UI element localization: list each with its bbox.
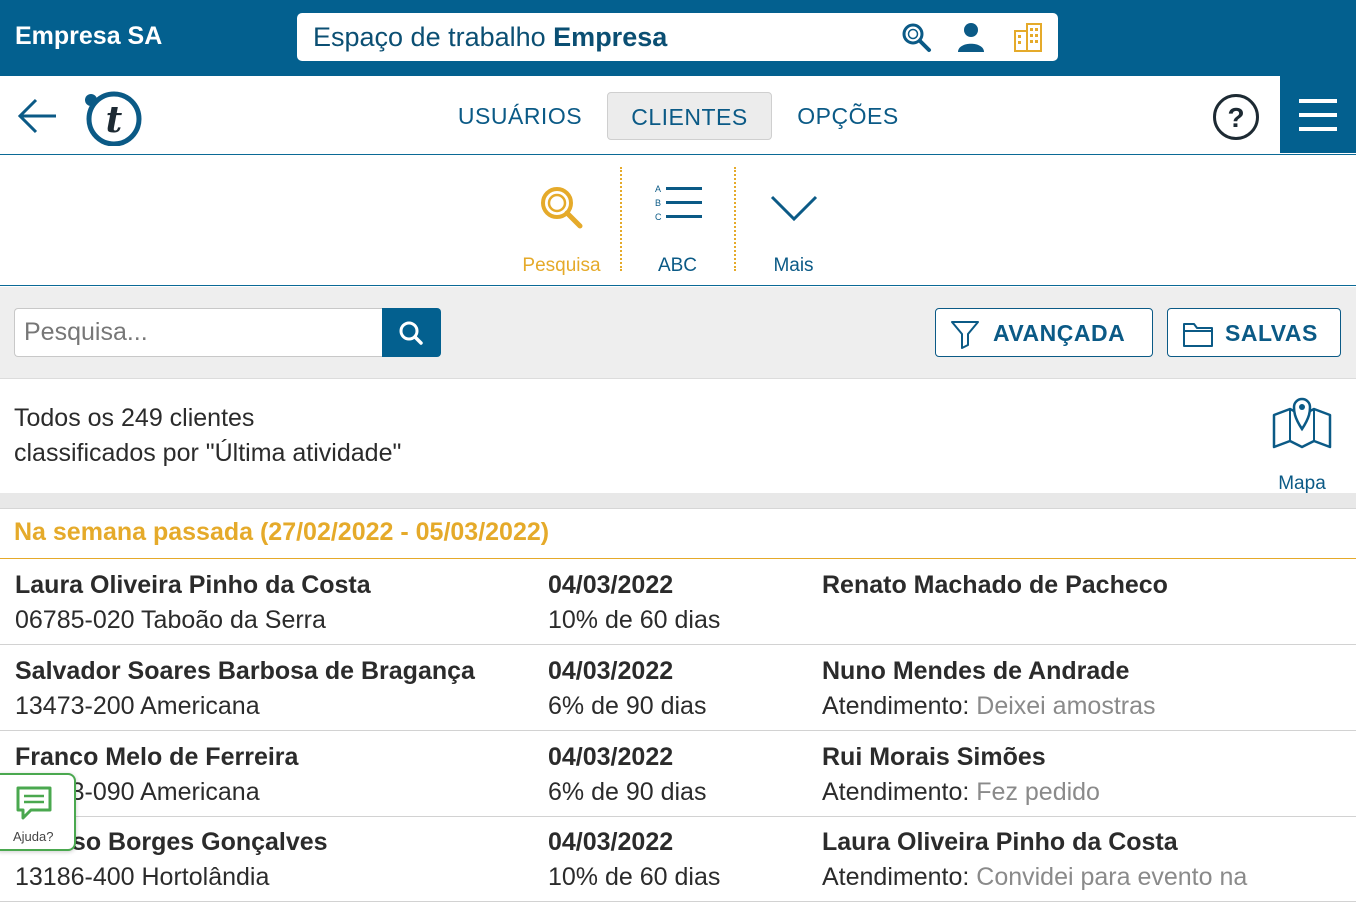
client-name[interactable]: Franco Melo de Ferreira xyxy=(15,743,298,772)
workspace-box[interactable]: Espaço de trabalho Empresa xyxy=(297,13,1058,61)
results-summary: Todos os 249 clientes classificados por … xyxy=(0,379,1356,494)
svg-text:C: C xyxy=(655,212,662,222)
tab-opcoes[interactable]: OPÇÕES xyxy=(786,92,910,140)
hamburger-icon xyxy=(1299,99,1337,131)
map-icon xyxy=(1272,397,1332,449)
tab-clientes[interactable]: CLIENTES xyxy=(607,92,772,140)
summary-sort: classificados por "Última atividade" xyxy=(14,439,402,467)
activity-progress: 10% de 60 dias xyxy=(548,606,721,634)
building-icon[interactable] xyxy=(1012,21,1044,53)
svg-text:A: A xyxy=(655,185,661,194)
activity-progress: 6% de 90 dias xyxy=(548,778,707,806)
search-icon[interactable] xyxy=(900,21,932,53)
top-bar: Empresa SA Espaço de trabalho Empresa xyxy=(0,0,1356,76)
activity-note: Atendimento: Deixei amostras xyxy=(822,692,1156,720)
assigned-user: Renato Machado de Pacheco xyxy=(822,571,1168,599)
saved-searches-button[interactable]: SALVAS xyxy=(1167,308,1341,357)
search-bar: AVANÇADA SALVAS xyxy=(0,287,1356,379)
client-name[interactable]: Laura Oliveira Pinho da Costa xyxy=(15,571,371,600)
menu-button[interactable] xyxy=(1280,76,1356,153)
table-row[interactable]: Franco Melo de Ferreira 13473-090 Americ… xyxy=(0,731,1356,817)
search-input[interactable] xyxy=(14,308,384,357)
table-row[interactable]: Laura Oliveira Pinho da Costa 06785-020 … xyxy=(0,559,1356,645)
client-address: 13186-400 Hortolândia xyxy=(15,863,270,891)
table-row[interactable]: Salvador Soares Barbosa de Bragança 1347… xyxy=(0,645,1356,731)
tool-mais[interactable]: Mais xyxy=(736,167,851,276)
folder-icon xyxy=(1183,323,1213,347)
user-icon[interactable] xyxy=(955,21,987,53)
client-name[interactable]: Salvador Soares Barbosa de Bragança xyxy=(15,657,475,686)
activity-date: 04/03/2022 xyxy=(548,828,674,856)
advanced-filter-button[interactable]: AVANÇADA xyxy=(935,308,1153,357)
help-icon[interactable]: ? xyxy=(1212,93,1260,141)
activity-note: Atendimento: Fez pedido xyxy=(822,778,1100,806)
activity-note: Atendimento: Convidei para evento na xyxy=(822,863,1248,891)
table-row[interactable]: Afonso Borges Gonçalves 13186-400 Hortol… xyxy=(0,816,1356,902)
tab-usuarios[interactable]: USUÁRIOS xyxy=(448,92,592,140)
back-arrow-icon[interactable] xyxy=(14,94,60,138)
client-address: 06785-020 Taboão da Serra xyxy=(15,606,326,634)
activity-date: 04/03/2022 xyxy=(548,657,674,685)
activity-date: 04/03/2022 xyxy=(548,743,674,771)
assigned-user: Rui Morais Simões xyxy=(822,743,1046,771)
tool-bar: Pesquisa A B C ABC Mais xyxy=(0,155,1356,286)
app-logo-icon[interactable]: t xyxy=(82,90,144,146)
svg-text:B: B xyxy=(655,198,661,208)
chevron-down-icon xyxy=(770,195,817,222)
search-icon xyxy=(399,321,423,345)
client-address: 13473-200 Americana xyxy=(15,692,260,720)
help-chat-widget[interactable]: Ajuda? xyxy=(0,773,76,851)
company-name[interactable]: Empresa SA xyxy=(15,22,162,51)
search-icon xyxy=(540,187,582,229)
map-button[interactable]: Mapa xyxy=(1266,393,1338,494)
search-button[interactable] xyxy=(382,308,441,357)
tool-pesquisa[interactable]: Pesquisa xyxy=(504,167,619,276)
tool-abc[interactable]: A B C ABC xyxy=(620,167,735,276)
nav-bar: t USUÁRIOS CLIENTES OPÇÕES ? xyxy=(0,76,1356,155)
svg-text:?: ? xyxy=(1227,102,1244,133)
activity-progress: 6% de 90 dias xyxy=(548,692,707,720)
summary-count: Todos os 249 clientes xyxy=(14,404,255,432)
activity-progress: 10% de 60 dias xyxy=(548,863,721,891)
section-divider xyxy=(0,493,1356,509)
abc-list-icon: A B C xyxy=(655,185,702,222)
workspace-title: Espaço de trabalho Empresa xyxy=(313,22,668,52)
assigned-user: Laura Oliveira Pinho da Costa xyxy=(822,828,1178,856)
chat-icon xyxy=(16,786,52,820)
filter-icon xyxy=(951,321,979,349)
svg-text:t: t xyxy=(106,99,123,141)
activity-date: 04/03/2022 xyxy=(548,571,674,599)
assigned-user: Nuno Mendes de Andrade xyxy=(822,657,1130,685)
group-header: Na semana passada (27/02/2022 - 05/03/20… xyxy=(14,518,550,546)
